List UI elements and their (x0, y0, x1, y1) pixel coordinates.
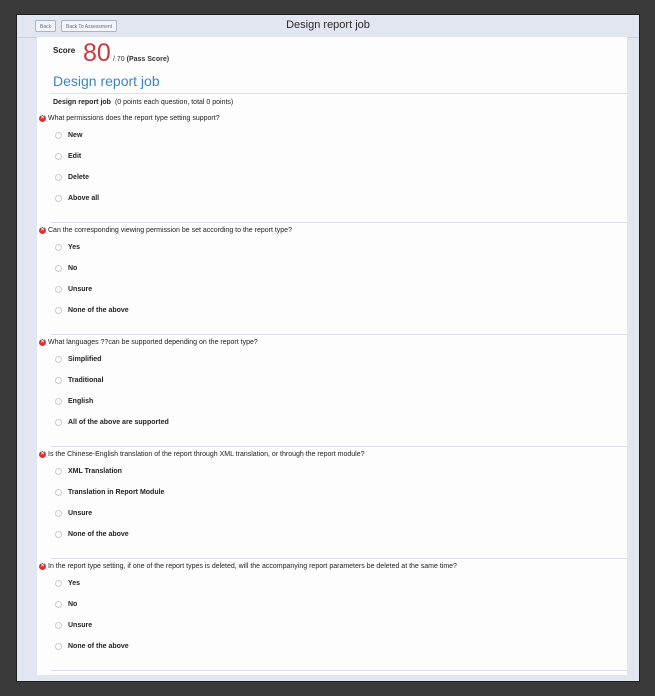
question-label: In the report type setting, if one of th… (48, 562, 457, 570)
question-block: × Is the Chinese-English translation of t… (39, 447, 627, 559)
answer-option[interactable]: Above all (55, 188, 627, 209)
score-total-value: / 70 (113, 56, 125, 63)
pass-score-label: (Pass Score) (126, 56, 170, 63)
option-label: Above all (68, 195, 100, 202)
section-header: Design report job (0 points each question… (53, 99, 233, 106)
question-label: Is the Chinese-English translation of th… (48, 450, 365, 458)
answer-option[interactable]: Yes (55, 237, 627, 258)
answer-option[interactable]: Translation in Report Module (55, 482, 627, 503)
radio-button[interactable] (55, 419, 62, 426)
option-label: Unsure (68, 510, 93, 517)
option-label: Unsure (68, 622, 93, 629)
option-label: English (68, 398, 94, 405)
answer-option[interactable]: English (55, 391, 627, 412)
assessment-window: Back Back To Assessment Design report jo… (16, 14, 640, 682)
radio-button[interactable] (55, 132, 62, 139)
section-points-note: (0 points each question, total 0 points) (114, 99, 234, 106)
job-title: Design report job (53, 73, 160, 89)
divider (50, 93, 627, 94)
incorrect-icon: × (39, 114, 46, 122)
option-label: Simplified (68, 356, 102, 363)
question-label: What permissions does the report type se… (48, 114, 220, 122)
option-label: Yes (68, 244, 81, 251)
score-label: Score (53, 46, 76, 55)
question-label: Can the corresponding viewing permission… (48, 226, 292, 234)
question-list: × What permissions does the report type s… (37, 111, 627, 671)
radio-button[interactable] (55, 510, 62, 517)
answer-option[interactable]: Unsure (55, 279, 627, 300)
radio-button[interactable] (55, 468, 62, 475)
incorrect-icon: × (39, 338, 46, 346)
radio-button[interactable] (55, 174, 62, 181)
answer-option[interactable]: None of the above (55, 300, 627, 321)
question-text: × What permissions does the report type s… (39, 111, 627, 125)
score-value: 80 (83, 39, 111, 67)
answer-option[interactable]: No (55, 258, 627, 279)
radio-button[interactable] (55, 580, 62, 587)
radio-button[interactable] (55, 265, 62, 272)
radio-button[interactable] (55, 622, 62, 629)
answer-option[interactable]: XML Translation (55, 461, 627, 482)
radio-button[interactable] (55, 153, 62, 160)
radio-button[interactable] (55, 531, 62, 538)
option-label: Edit (68, 153, 82, 160)
option-label: Traditional (68, 377, 104, 384)
option-label: No (68, 601, 78, 608)
question-block: × What permissions does the report type s… (39, 111, 627, 223)
option-label: None of the above (68, 643, 129, 650)
answer-option[interactable]: None of the above (55, 524, 627, 545)
answer-option[interactable]: Delete (55, 167, 627, 188)
answer-option[interactable]: Yes (55, 573, 627, 594)
radio-button[interactable] (55, 398, 62, 405)
radio-button[interactable] (55, 377, 62, 384)
answer-option[interactable]: Traditional (55, 370, 627, 391)
question-block: × What languages ??can be supported depen… (39, 335, 627, 447)
incorrect-icon: × (39, 226, 46, 234)
option-label: XML Translation (68, 468, 122, 475)
section-title: Design report job (53, 99, 111, 106)
answer-option[interactable]: New (55, 125, 627, 146)
answer-option[interactable]: Simplified (55, 349, 627, 370)
option-label: All of the above are supported (68, 419, 169, 426)
answer-option[interactable]: All of the above are supported (55, 412, 627, 433)
option-label: Translation in Report Module (68, 489, 165, 496)
option-label: Delete (68, 174, 90, 181)
radio-button[interactable] (55, 356, 62, 363)
score-total: / 70 (Pass Score) (113, 56, 169, 63)
question-text: × Can the corresponding viewing permissio… (39, 223, 627, 237)
option-label: None of the above (68, 307, 129, 314)
radio-button[interactable] (55, 195, 62, 202)
option-label: New (68, 132, 83, 139)
answer-option[interactable]: Unsure (55, 503, 627, 524)
window-title: Design report job (286, 19, 370, 31)
answer-option[interactable]: None of the above (55, 636, 627, 657)
question-text: × Is the Chinese-English translation of t… (39, 447, 627, 461)
option-label: Yes (68, 580, 81, 587)
radio-button[interactable] (55, 244, 62, 251)
question-label: What languages ??can be supported depend… (48, 338, 258, 346)
radio-button[interactable] (55, 643, 62, 650)
answer-option[interactable]: No (55, 594, 627, 615)
radio-button[interactable] (55, 489, 62, 496)
question-block: × In the report type setting, if one of t… (39, 559, 627, 671)
radio-button[interactable] (55, 307, 62, 314)
option-label: Unsure (68, 286, 93, 293)
question-text: × What languages ??can be supported depen… (39, 335, 627, 349)
radio-button[interactable] (55, 601, 62, 608)
question-text: × In the report type setting, if one of t… (39, 559, 627, 573)
answer-option[interactable]: Edit (55, 146, 627, 167)
title-bar: Back Back To Assessment Design report jo… (17, 15, 639, 38)
radio-button[interactable] (55, 286, 62, 293)
option-label: No (68, 265, 78, 272)
answer-option[interactable]: Unsure (55, 615, 627, 636)
question-block: × Can the corresponding viewing permissio… (39, 223, 627, 335)
incorrect-icon: × (39, 450, 46, 458)
result-panel: Score 80 / 70 (Pass Score) Design report… (37, 37, 627, 675)
incorrect-icon: × (39, 562, 46, 570)
option-label: None of the above (68, 531, 129, 538)
